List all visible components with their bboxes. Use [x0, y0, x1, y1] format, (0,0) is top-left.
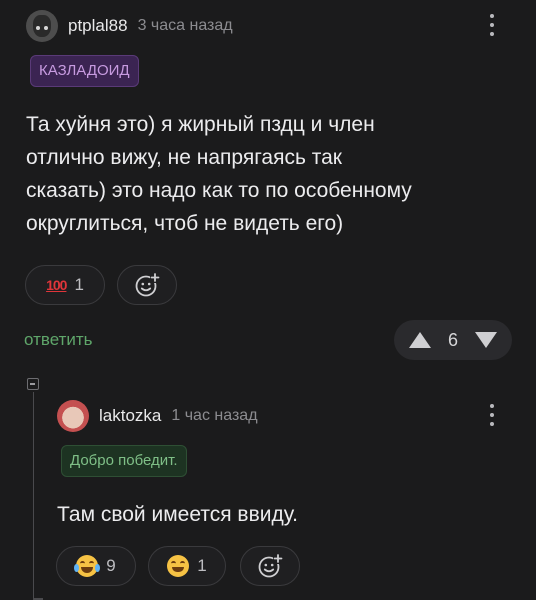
reaction-count: 9 — [106, 556, 116, 575]
collapse-thread-icon[interactable] — [27, 378, 39, 390]
add-reaction-button[interactable] — [117, 265, 177, 305]
username[interactable]: laktozka — [99, 406, 161, 426]
add-reaction-button[interactable] — [240, 546, 300, 586]
dog-avatar-icon — [33, 15, 51, 37]
comment-header: ptplal88 3 часа назад — [26, 10, 233, 42]
grinning-sweat-face-icon — [167, 555, 190, 577]
thread-line — [32, 392, 34, 600]
vote-control: 6 — [394, 320, 512, 360]
more-options-icon[interactable] — [489, 404, 495, 426]
hundred-points-icon: 100 — [46, 277, 67, 293]
more-options-icon[interactable] — [489, 14, 495, 36]
avatar[interactable] — [57, 400, 89, 432]
downvote-icon[interactable] — [474, 331, 498, 349]
comment-text-line: Та хуйня это) я жирный пздц и член — [26, 113, 375, 136]
add-emoji-icon — [258, 554, 283, 578]
reaction-hundred-button[interactable]: 100 1 — [25, 265, 105, 305]
comment-text-line: отлично вижу, не напрягаясь так — [26, 146, 342, 169]
reaction-count: 1 — [74, 275, 84, 294]
reaction-count: 1 — [197, 556, 207, 575]
crying-laughing-face-icon — [74, 555, 101, 577]
timestamp: 1 час назад — [171, 407, 258, 424]
user-badge: Добро победит. — [61, 445, 187, 477]
username[interactable]: ptplal88 — [68, 16, 128, 36]
comment-text: Та хуйня это) я жирный пздц и член отлич… — [26, 108, 526, 240]
upvote-icon[interactable] — [408, 331, 432, 349]
vote-score: 6 — [447, 329, 458, 350]
avatar[interactable] — [26, 10, 58, 42]
add-emoji-icon — [135, 273, 160, 297]
timestamp: 3 часа назад — [137, 17, 233, 34]
comment-thread: ptplal88 3 часа назад КАЗЛАДОИД Та хуйня… — [0, 0, 536, 600]
reply-header: laktozka 1 час назад — [57, 400, 258, 432]
reply-button[interactable]: ответить — [24, 330, 93, 350]
reply-text: Там свой имеется ввиду. — [57, 503, 298, 526]
reaction-laugh-button[interactable]: 9 — [56, 546, 136, 586]
user-badge: КАЗЛАДОИД — [30, 55, 139, 87]
thread-branch — [33, 598, 43, 600]
reaction-grin-button[interactable]: 1 — [148, 546, 226, 586]
comment-text-line: округлиться, чтоб не видеть его) — [26, 212, 344, 235]
comment-text-line: сказать) это надо как то по особенному — [26, 179, 412, 202]
